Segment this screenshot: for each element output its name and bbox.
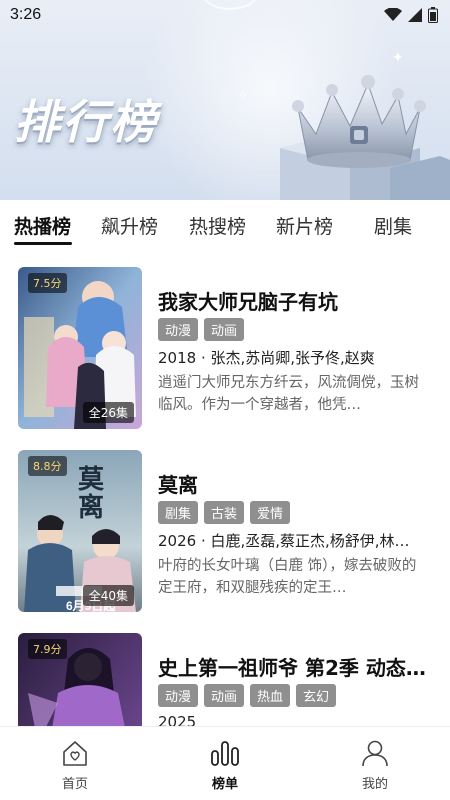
item-meta: 2026 · 白鹿,丞磊,蔡正杰,杨舒伊,林… xyxy=(158,532,410,550)
nav-profile[interactable]: 我的 xyxy=(335,737,415,792)
battery-icon xyxy=(428,7,438,23)
status-icons xyxy=(384,7,438,23)
genre-tag: 动漫 xyxy=(158,318,199,341)
poster-image[interactable]: 7.9分 xyxy=(18,633,142,726)
profile-icon xyxy=(335,737,415,767)
tag-list: 动漫 动画 xyxy=(158,318,245,341)
genre-tag: 动漫 xyxy=(158,684,199,707)
ranking-list: 7.5分 全26集 我家大师兄脑子有坑 动漫 动画 2018 · 张杰,苏尚卿,… xyxy=(0,252,450,726)
nav-ranking[interactable]: 榜单 xyxy=(185,737,265,792)
genre-tag: 动画 xyxy=(204,684,245,707)
item-meta: 2025 xyxy=(158,713,197,726)
item-title[interactable]: 我家大师兄脑子有坑 xyxy=(158,286,440,315)
genre-tag: 热血 xyxy=(250,684,291,707)
sparkle-icon: ✦ xyxy=(392,50,404,66)
tab-series[interactable]: 剧集 xyxy=(374,212,412,239)
score-badge: 7.5分 xyxy=(28,273,67,293)
bottom-nav: 首页 榜单 我的 xyxy=(0,726,450,800)
tab-rising[interactable]: 飙升榜 xyxy=(101,212,158,239)
tab-hot-play[interactable]: 热播榜 xyxy=(14,212,71,239)
tag-list: 剧集 古装 爱情 xyxy=(158,501,291,524)
tag-list: 动漫 动画 热血 玄幻 xyxy=(158,684,337,707)
nav-profile-label: 我的 xyxy=(361,777,388,792)
genre-tag: 剧集 xyxy=(158,501,199,524)
tab-new-release[interactable]: 新片榜 xyxy=(276,212,333,239)
episode-count-badge: 全40集 xyxy=(82,585,134,606)
item-title[interactable]: 莫离 xyxy=(158,469,440,498)
item-title[interactable]: 史上第一祖师爷 第2季 动态… xyxy=(158,652,440,681)
crown-icon xyxy=(270,68,450,200)
genre-tag: 动画 xyxy=(204,318,245,341)
poster-image[interactable]: 7.5分 全26集 xyxy=(18,267,142,429)
ranking-tabs: 热播榜 飙升榜 热搜榜 新片榜 剧集 xyxy=(0,200,450,252)
item-description: 叶府的长女叶璃（白鹿 饰），嫁去破败的定王府，和双腿残疾的定王… xyxy=(158,558,417,596)
signal-icon xyxy=(408,8,422,22)
item-meta: 2018 · 张杰,苏尚卿,张予佟,赵爽 xyxy=(158,349,375,367)
episode-count-badge: 全26集 xyxy=(82,402,134,423)
sparkle-icon: ✧ xyxy=(238,88,249,102)
page-title: 排行榜 xyxy=(14,95,158,149)
list-item[interactable]: 7.5分 全26集 我家大师兄脑子有坑 动漫 动画 2018 · 张杰,苏尚卿,… xyxy=(0,252,450,429)
status-bar: 3:26 xyxy=(0,0,450,32)
status-time: 3:26 xyxy=(10,6,42,23)
tab-hot-search[interactable]: 热搜榜 xyxy=(189,212,246,239)
home-icon xyxy=(35,737,115,767)
svg-text:莫: 莫 xyxy=(78,465,105,495)
item-description: 逍遥门大师兄东方纤云，风流倜傥，玉树临风。作为一个穿越者，他凭… xyxy=(158,375,419,413)
poster-image[interactable]: 莫 离 6月9日起 8.8分 全40集 xyxy=(18,450,142,612)
genre-tag: 爱情 xyxy=(250,501,291,524)
nav-ranking-label: 榜单 xyxy=(211,777,238,792)
score-badge: 8.8分 xyxy=(28,456,67,476)
svg-text:离: 离 xyxy=(78,492,104,523)
score-badge: 7.9分 xyxy=(28,639,67,659)
genre-tag: 玄幻 xyxy=(296,684,337,707)
list-item[interactable]: 莫 离 6月9日起 8.8分 全40集 莫离 剧集 古装 爱情 2026 · 白… xyxy=(0,435,450,612)
nav-home[interactable]: 首页 xyxy=(35,737,115,792)
genre-tag: 古装 xyxy=(204,501,245,524)
nav-home-label: 首页 xyxy=(61,777,88,792)
active-tab-indicator xyxy=(14,242,72,245)
list-item[interactable]: 7.9分 史上第一祖师爷 第2季 动态… 动漫 动画 热血 玄幻 2025 xyxy=(0,618,450,726)
ranking-icon xyxy=(185,737,265,767)
wifi-icon xyxy=(384,8,402,21)
